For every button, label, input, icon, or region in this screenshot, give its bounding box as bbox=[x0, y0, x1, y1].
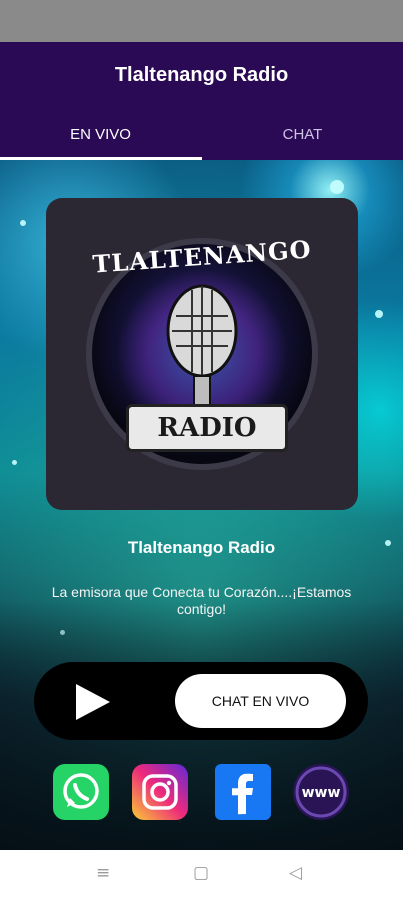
www-icon[interactable]: www bbox=[293, 764, 349, 820]
app-title: Tlaltenango Radio bbox=[114, 64, 289, 86]
station-cover-art: TLALTENANGO RADIO bbox=[46, 198, 358, 510]
station-name: Tlaltenango Radio bbox=[127, 538, 276, 557]
tab-chat[interactable]: CHAT bbox=[202, 126, 403, 143]
background-light bbox=[12, 460, 17, 465]
svg-text:www: www bbox=[302, 785, 341, 801]
whatsapp-icon[interactable] bbox=[53, 764, 109, 820]
www-glyph: www bbox=[295, 766, 347, 818]
cover-banner: RADIO bbox=[126, 404, 288, 452]
status-bar bbox=[0, 0, 403, 42]
home-icon[interactable]: ▢ bbox=[193, 863, 209, 883]
instagram-glyph bbox=[142, 774, 178, 810]
facebook-glyph bbox=[232, 773, 253, 815]
background-light bbox=[20, 220, 26, 226]
play-icon[interactable] bbox=[70, 682, 112, 722]
recents-icon[interactable]: ≡ bbox=[96, 863, 110, 883]
station-description: La emisora que Conecta tu Corazón....¡Es… bbox=[51, 584, 352, 617]
tab-en-vivo[interactable]: EN VIVO bbox=[0, 126, 201, 143]
instagram-icon[interactable] bbox=[132, 764, 188, 820]
back-icon[interactable]: ◁ bbox=[289, 863, 302, 883]
facebook-icon[interactable] bbox=[215, 764, 271, 820]
background-light bbox=[375, 310, 383, 318]
whatsapp-glyph bbox=[63, 773, 99, 809]
background-light bbox=[330, 180, 344, 194]
chat-en-vivo-button[interactable]: CHAT EN VIVO bbox=[175, 674, 346, 728]
